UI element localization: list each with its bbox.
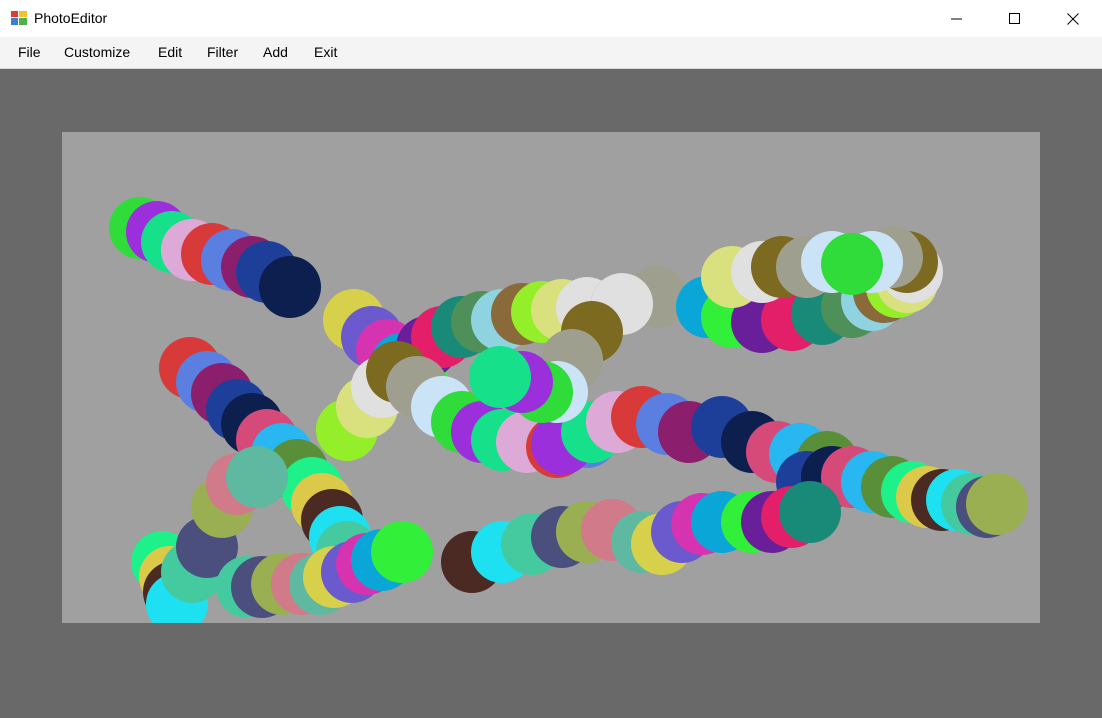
paint-circle [259, 256, 321, 318]
paint-circle [966, 473, 1028, 535]
maximize-icon [1009, 12, 1020, 24]
menu-edit[interactable]: Edit [156, 44, 184, 60]
drawing-canvas[interactable] [62, 132, 1040, 623]
paint-circle [226, 446, 288, 508]
menu-exit[interactable]: Exit [312, 44, 339, 60]
maximize-button[interactable] [986, 0, 1044, 37]
menu-add[interactable]: Add [261, 44, 290, 60]
canvas-painting [109, 197, 1028, 623]
paint-circle [371, 521, 433, 583]
paint-circle [779, 481, 841, 543]
photo-editor-app-icon [11, 11, 27, 25]
menu-file[interactable]: File [16, 44, 43, 60]
minimize-icon [951, 18, 962, 19]
window-title: PhotoEditor [34, 10, 108, 26]
paint-circle [821, 233, 883, 295]
close-icon [1067, 12, 1079, 25]
minimize-button[interactable] [928, 0, 986, 37]
menu-customize[interactable]: Customize [62, 44, 132, 60]
close-button[interactable] [1044, 0, 1102, 37]
title-bar[interactable]: PhotoEditor [0, 0, 1102, 37]
menu-filter[interactable]: Filter [205, 44, 240, 60]
paint-circle [469, 346, 531, 408]
menu-bar: File Customize Edit Filter Add Exit [0, 37, 1102, 69]
